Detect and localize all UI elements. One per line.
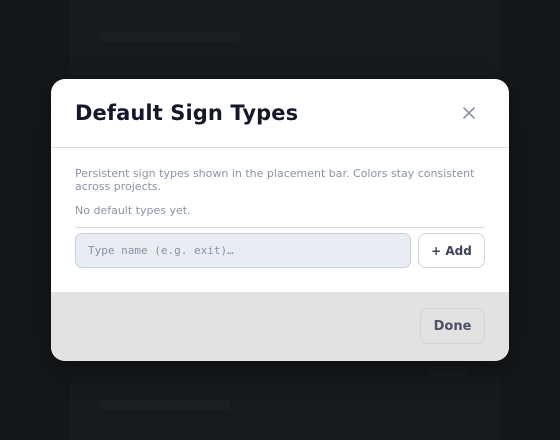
close-button[interactable] (459, 103, 479, 123)
close-icon (459, 103, 479, 123)
dialog-body: Persistent sign types shown in the place… (51, 148, 509, 293)
dialog-description: Persistent sign types shown in the place… (75, 167, 475, 193)
default-sign-types-dialog: Default Sign Types Persistent sign types… (51, 79, 509, 361)
dialog-footer: Done (51, 292, 509, 361)
type-name-input[interactable] (75, 233, 411, 268)
done-button[interactable]: Done (420, 308, 485, 344)
empty-state-message: No default types yet. (75, 204, 191, 217)
dialog-header: Default Sign Types (51, 79, 509, 148)
dialog-title: Default Sign Types (75, 101, 299, 125)
divider (75, 227, 485, 228)
add-type-button[interactable]: + Add (418, 233, 485, 268)
